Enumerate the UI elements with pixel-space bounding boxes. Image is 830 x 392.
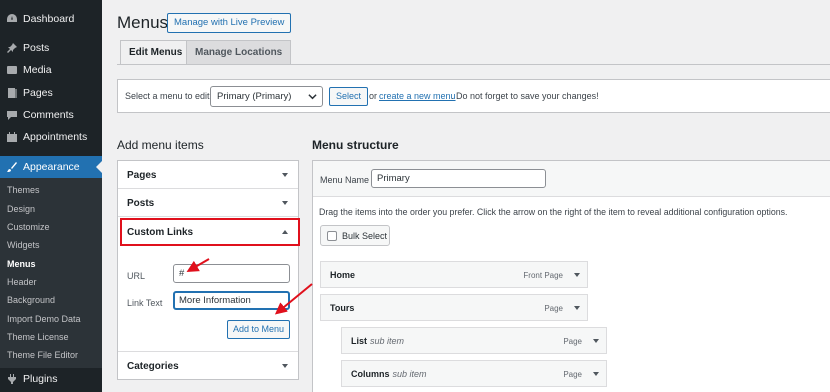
comment-icon bbox=[6, 109, 18, 121]
link-text-input[interactable]: More Information bbox=[173, 291, 290, 310]
submenu-item-design[interactable]: Design bbox=[7, 202, 35, 216]
sidebar-item-label: Dashboard bbox=[23, 13, 75, 25]
submenu-item-customize[interactable]: Customize bbox=[7, 220, 50, 234]
sidebar-item-appearance[interactable]: Appearance bbox=[0, 156, 102, 178]
save-reminder-text: . Do not forget to save your changes! bbox=[451, 91, 599, 101]
menu-item-columns[interactable]: Columns sub item Page bbox=[341, 360, 607, 387]
manage-live-preview-button[interactable]: Manage with Live Preview bbox=[167, 13, 292, 33]
menu-item-title: Tours bbox=[330, 303, 355, 313]
sidebar-item-media[interactable]: Media bbox=[0, 59, 102, 81]
submenu-item-widgets[interactable]: Widgets bbox=[7, 238, 40, 252]
menu-item-type: Front Page bbox=[523, 271, 563, 280]
url-label: URL bbox=[127, 271, 146, 281]
sidebar-item-label: Pages bbox=[23, 87, 53, 99]
menu-item-title: List sub item bbox=[351, 336, 405, 346]
tab-edit-menus[interactable]: Edit Menus bbox=[120, 40, 192, 65]
submenu-item-menus[interactable]: Menus bbox=[7, 257, 36, 271]
sidebar-item-dashboard[interactable]: Dashboard bbox=[0, 8, 102, 30]
sub-item-tag: sub item bbox=[392, 369, 427, 379]
link-text-label: Link Text bbox=[127, 298, 163, 308]
sidebar-item-label: Plugins bbox=[23, 373, 58, 385]
submenu-item-header[interactable]: Header bbox=[7, 275, 37, 289]
caret-down-icon[interactable] bbox=[593, 339, 599, 343]
sidebar-item-posts[interactable]: Posts bbox=[0, 37, 102, 59]
accordion-title: Categories bbox=[127, 361, 179, 372]
sidebar-item-comments[interactable]: Comments bbox=[0, 104, 102, 126]
sidebar-item-label: Posts bbox=[23, 42, 50, 54]
dashboard-icon bbox=[6, 13, 18, 25]
sidebar-item-plugins[interactable]: Plugins bbox=[0, 368, 102, 390]
select-menu-bar: Select a menu to edit: Primary (Primary)… bbox=[117, 79, 830, 113]
sidebar-item-pages[interactable]: Pages bbox=[0, 82, 102, 104]
active-indicator-icon bbox=[96, 161, 102, 173]
caret-down-icon bbox=[282, 364, 288, 368]
menu-item-type: Page bbox=[544, 304, 563, 313]
submenu-item-background[interactable]: Background bbox=[7, 293, 55, 307]
menu-item-home[interactable]: Home Front Page bbox=[320, 261, 588, 288]
chevron-down-icon bbox=[308, 94, 317, 100]
calendar-icon bbox=[6, 131, 18, 143]
url-input[interactable]: # bbox=[173, 264, 290, 283]
page-title: Menus bbox=[117, 13, 169, 32]
submenu-item-import-demo-data[interactable]: Import Demo Data bbox=[7, 312, 81, 326]
add-to-menu-button[interactable]: Add to Menu bbox=[227, 320, 291, 339]
caret-down-icon[interactable] bbox=[574, 306, 580, 310]
caret-down-icon bbox=[282, 201, 288, 205]
menu-item-title: Home bbox=[330, 270, 356, 280]
add-menu-items-accordion: Pages Posts Custom Links URL # Link Text… bbox=[117, 160, 300, 380]
menu-structure-panel: Menu Name Primary Drag the items into th… bbox=[312, 160, 830, 392]
custom-links-highlight-box bbox=[120, 218, 300, 246]
submenu-item-theme-file-editor[interactable]: Theme File Editor bbox=[7, 348, 78, 362]
tab-divider bbox=[117, 64, 830, 65]
accordion-section-posts[interactable]: Posts bbox=[118, 189, 298, 217]
menu-item-list[interactable]: List sub item Page bbox=[341, 327, 607, 354]
accordion-title: Pages bbox=[127, 170, 157, 181]
pin-icon bbox=[6, 42, 18, 54]
accordion-section-categories[interactable]: Categories bbox=[118, 351, 298, 379]
menu-item-type: Page bbox=[563, 337, 582, 346]
sidebar-item-appointments[interactable]: Appointments bbox=[0, 126, 102, 148]
accordion-title: Posts bbox=[127, 198, 155, 209]
menu-item-tours[interactable]: Tours Page bbox=[320, 294, 588, 321]
bulk-select-button[interactable]: Bulk Select bbox=[320, 225, 390, 246]
menu-structure-header: Menu Name Primary bbox=[313, 161, 830, 197]
submenu-item-theme-license[interactable]: Theme License bbox=[7, 330, 69, 344]
menu-structure-heading: Menu structure bbox=[312, 138, 399, 152]
pages-icon bbox=[6, 87, 18, 99]
admin-sidebar: Dashboard Posts Media Pages Comments App… bbox=[0, 0, 102, 392]
drag-instructions-text: Drag the items into the order you prefer… bbox=[319, 207, 788, 217]
sidebar-item-label: Comments bbox=[23, 109, 74, 121]
menu-name-label: Menu Name bbox=[320, 175, 370, 185]
select-menu-label: Select a menu to edit: bbox=[125, 91, 213, 101]
tab-manage-locations[interactable]: Manage Locations bbox=[186, 40, 292, 65]
submenu-item-themes[interactable]: Themes bbox=[7, 183, 40, 197]
or-text: or bbox=[369, 91, 378, 101]
caret-down-icon bbox=[282, 173, 288, 177]
menu-select-dropdown[interactable]: Primary (Primary) bbox=[210, 86, 323, 107]
bulk-select-label: Bulk Select bbox=[342, 231, 388, 241]
select-button[interactable]: Select bbox=[329, 87, 369, 106]
sidebar-item-label: Appearance bbox=[23, 161, 80, 173]
add-menu-items-heading: Add menu items bbox=[117, 138, 204, 152]
plugin-icon bbox=[6, 373, 18, 385]
paintbrush-icon bbox=[6, 161, 18, 173]
menu-item-type: Page bbox=[563, 370, 582, 379]
accordion-section-pages[interactable]: Pages bbox=[118, 161, 298, 189]
sidebar-item-label: Media bbox=[23, 64, 52, 76]
menu-select-value: Primary (Primary) bbox=[217, 91, 292, 102]
sidebar-item-label: Appointments bbox=[23, 131, 88, 143]
bulk-select-checkbox[interactable] bbox=[327, 231, 337, 241]
menu-name-input[interactable]: Primary bbox=[371, 169, 546, 188]
menu-item-title: Columns sub item bbox=[351, 369, 427, 379]
create-new-menu-link[interactable]: create a new menu bbox=[379, 91, 456, 101]
caret-down-icon[interactable] bbox=[574, 273, 580, 277]
caret-down-icon[interactable] bbox=[593, 372, 599, 376]
appearance-submenu: Themes Design Customize Widgets Menus He… bbox=[0, 178, 102, 368]
media-icon bbox=[6, 64, 18, 76]
sub-item-tag: sub item bbox=[370, 336, 405, 346]
